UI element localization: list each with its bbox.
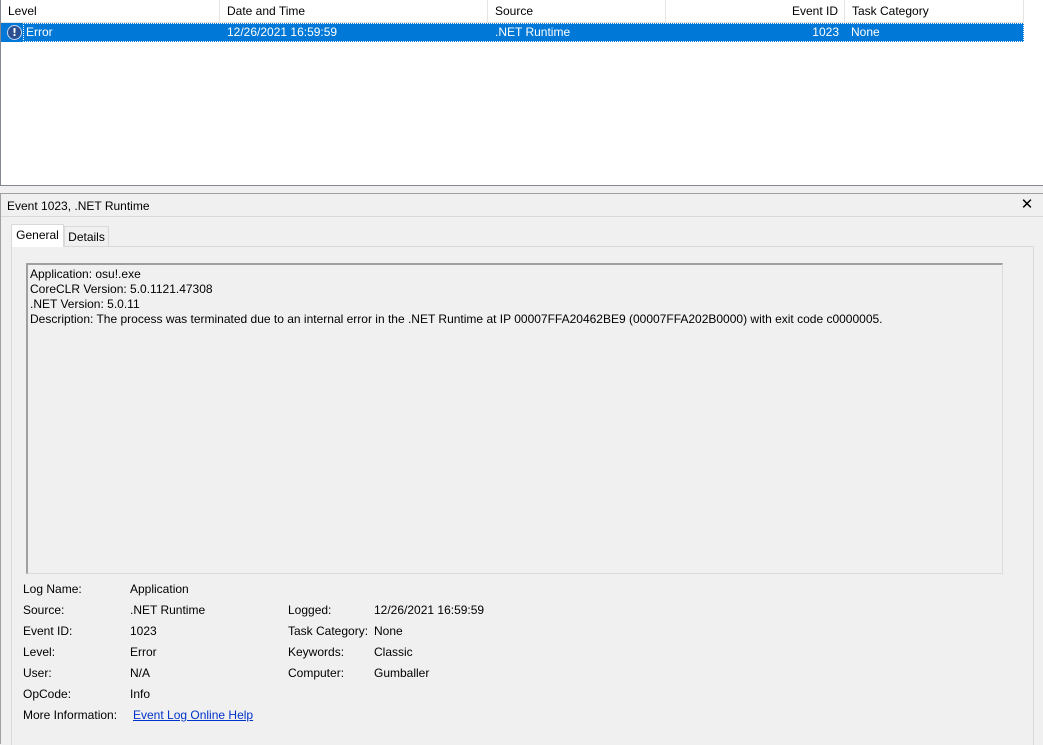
row-source: .NET Runtime [495,25,571,39]
event-detail-pane: Event 1023, .NET Runtime ✕ General Detai… [0,193,1043,745]
row-event-id: 1023 [812,25,839,39]
tab-details[interactable]: Details [64,226,109,247]
value-user: N/A [130,666,151,680]
description-line-net-version: .NET Version: 5.0.11 [30,297,140,311]
description-line-application: Application: osu!.exe [30,267,141,281]
close-icon[interactable]: ✕ [1020,196,1034,212]
event-list[interactable]: Level Date and Time Source Event ID Task… [0,0,1043,186]
value-logged: 12/26/2021 16:59:59 [374,603,485,617]
label-more-information: More Information: [23,708,118,722]
description-line-description: Description: The process was terminated … [30,312,883,326]
label-opcode: OpCode: [23,687,72,701]
label-user: User: [23,666,52,680]
row-task-category: None [851,25,880,39]
title-separator [1,216,1043,217]
label-event-id: Event ID: [23,624,73,638]
column-header-date-time[interactable]: Date and Time [220,0,488,22]
general-tab-panel: Application: osu!.exe CoreCLR Version: 5… [11,246,1034,745]
value-computer: Gumballer [374,666,430,680]
row-date-time: 12/26/2021 16:59:59 [227,25,338,39]
detail-title: Event 1023, .NET Runtime [7,199,150,213]
error-info-icon: ! [7,25,22,40]
value-level: Error [130,645,157,659]
column-header-source[interactable]: Source [488,0,666,22]
label-task-category: Task Category: [288,624,369,638]
list-header: Level Date and Time Source Event ID Task… [1,0,1024,23]
column-header-level[interactable]: Level [1,0,220,22]
value-log-name: Application [130,582,189,596]
column-header-task-category[interactable]: Task Category [845,0,1024,22]
table-row[interactable]: ! Error 12/26/2021 16:59:59 .NET Runtime… [1,23,1024,42]
label-source: Source: [23,603,65,617]
column-header-event-id[interactable]: Event ID [666,0,845,22]
value-opcode: Info [130,687,151,701]
pane-splitter[interactable] [0,186,1043,193]
event-log-online-help-link[interactable]: Event Log Online Help [133,706,253,724]
label-logged: Logged: [288,603,332,617]
row-level: Error [26,25,53,39]
value-source: .NET Runtime [130,603,206,617]
label-computer: Computer: [288,666,345,680]
tab-general[interactable]: General [11,224,64,247]
label-log-name: Log Name: [23,582,82,596]
value-task-category: None [374,624,403,638]
value-keywords: Classic [374,645,413,659]
description-box[interactable]: Application: osu!.exe CoreCLR Version: 5… [26,263,1003,574]
label-level: Level: [23,645,56,659]
label-keywords: Keywords: [288,645,345,659]
value-event-id: 1023 [130,624,157,638]
description-line-coreclr: CoreCLR Version: 5.0.1121.47308 [30,282,213,296]
